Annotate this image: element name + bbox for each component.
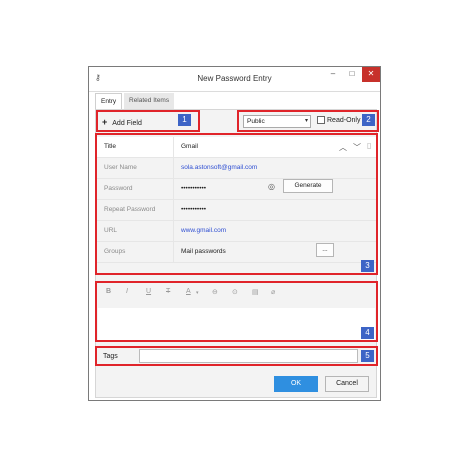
callout-box-2: [237, 110, 379, 132]
callout-badge-5: 5: [361, 350, 374, 362]
callout-box-4: [95, 281, 378, 342]
callout-box-5: [95, 346, 378, 366]
callout-badge-3: 3: [361, 260, 374, 272]
maximize-button[interactable]: □: [343, 67, 361, 82]
tab-related-items[interactable]: Related Items: [124, 93, 175, 109]
tab-entry[interactable]: Entry: [95, 93, 123, 110]
callout-badge-2: 2: [362, 114, 375, 126]
callout-box-3: [95, 133, 378, 275]
ok-button[interactable]: OK: [274, 376, 318, 392]
cancel-button[interactable]: Cancel: [325, 376, 369, 392]
minimize-button[interactable]: ‒: [324, 67, 342, 82]
title-bar: ⚷ New Password Entry ‒ □ ✕: [89, 67, 380, 92]
callout-badge-1: 1: [178, 114, 191, 126]
callout-badge-4: 4: [361, 327, 374, 339]
close-button[interactable]: ✕: [362, 67, 380, 82]
